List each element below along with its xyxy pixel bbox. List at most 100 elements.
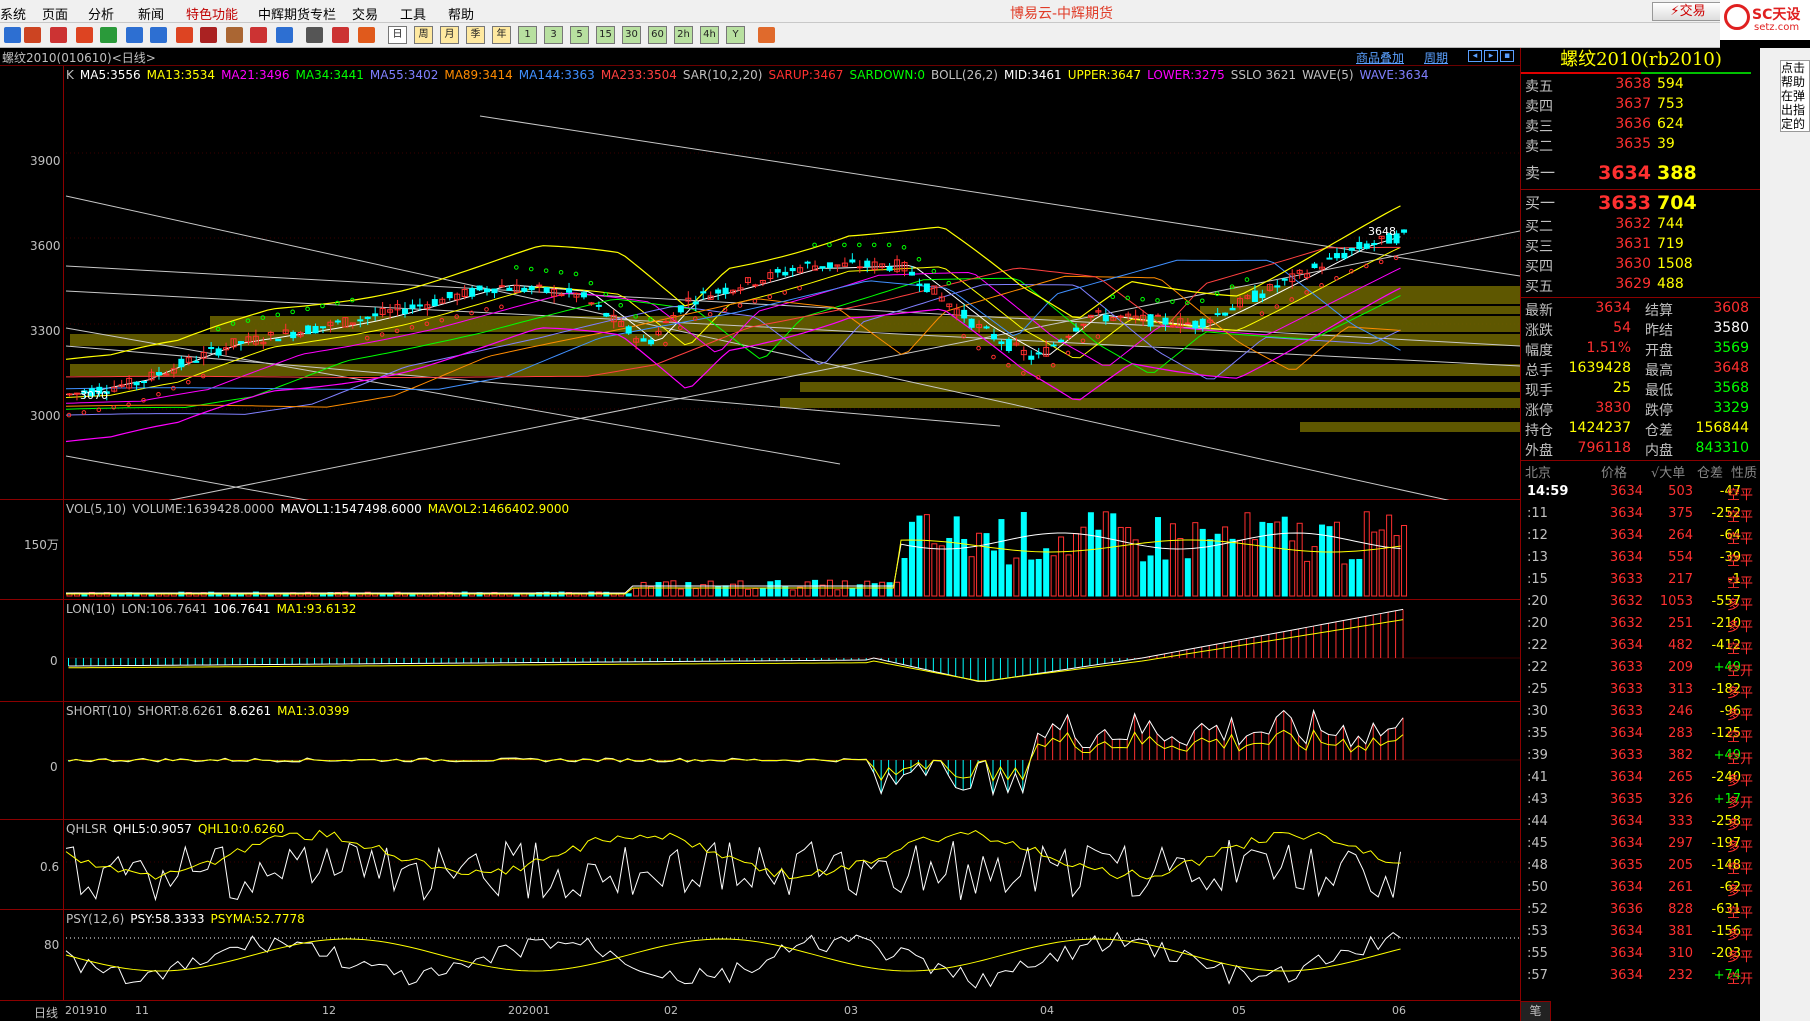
bid-row[interactable]: 买五 3629 488 [1521, 276, 1761, 296]
nav-expand-icon[interactable]: ▪ [1500, 50, 1514, 62]
ask-row[interactable]: 卖四 3637 753 [1521, 96, 1761, 116]
zoom-out-icon[interactable] [150, 27, 167, 43]
volume-panel[interactable]: 150万 VOL(5,10) VOLUME:1639428.0000 MAVOL1:… [0, 500, 1520, 600]
overlay-link[interactable]: 商品叠加 [1356, 49, 1404, 66]
home-icon[interactable] [24, 27, 41, 43]
tick-volume: 381 [1668, 924, 1693, 939]
period-3min-button[interactable]: 3 [544, 26, 563, 44]
psy-panel[interactable]: 80 PSY(12,6) PSY:58.3333 PSYMA:52.7778 [0, 910, 1520, 1000]
tick-header-volume[interactable]: √大单 [1651, 462, 1685, 481]
stat-value: 3608 [1713, 300, 1749, 316]
trade-button-label: 交易 [1679, 4, 1706, 19]
stat-label: 涨停 [1525, 403, 1553, 419]
folder-icon[interactable] [76, 27, 93, 43]
tick-time: :50 [1527, 880, 1548, 895]
candle-body [983, 326, 990, 329]
logo-mark-icon [1724, 4, 1750, 30]
stat-row: 外盘 796118 内盘 843310 [1521, 440, 1761, 460]
menu-analysis[interactable]: 分析 [88, 4, 114, 23]
stat-label: 持仓 [1525, 423, 1553, 439]
period-week-button[interactable]: 周 [414, 26, 433, 44]
filter-icon[interactable] [250, 27, 267, 43]
chart-line-icon[interactable] [332, 27, 349, 43]
short-panel[interactable]: 0 SHORT(10) SHORT:8.6261 8.6261 MA1:3.0399 [0, 702, 1520, 820]
menu-news[interactable]: 新闻 [138, 4, 164, 23]
period-1min-button[interactable]: 1 [518, 26, 537, 44]
legend-item: SSLO 3621 [1230, 68, 1297, 82]
tick-nature: 空开 [1727, 752, 1754, 767]
bid-row[interactable]: 买一 3633 704 [1521, 192, 1761, 218]
bid-row[interactable]: 买三 3631 719 [1521, 236, 1761, 256]
menu-page[interactable]: 页面 [42, 4, 68, 23]
qhl-panel[interactable]: 0.6 QHLSR QHL5:0.9057 QHL10:0.6260 [0, 820, 1520, 910]
candle-body [566, 288, 573, 293]
tick-tab[interactable]: 笔 [1521, 1001, 1551, 1021]
candle-body [416, 304, 423, 307]
period-label: 日线 [34, 1006, 59, 1020]
tick-time: :43 [1527, 792, 1548, 807]
draw-icon[interactable] [200, 27, 217, 43]
stat-value: 156844 [1695, 420, 1749, 436]
menu-trade[interactable]: 交易 [352, 4, 378, 23]
period-quarter-button[interactable]: 季 [466, 26, 485, 44]
tick-row: :57 3634 232 +74 空开 [1521, 968, 1761, 990]
news-icon[interactable] [50, 27, 67, 43]
period-2h-button[interactable]: 2h [674, 26, 693, 44]
price-panel[interactable]: 3900 3600 3300 3000 K MA5:3556 MA13:3534 MA… [0, 66, 1520, 500]
table-icon[interactable] [306, 27, 323, 43]
volume-bar [1177, 538, 1184, 597]
zoom-in-icon[interactable] [126, 27, 143, 43]
stat-value: 25 [1613, 380, 1631, 396]
tick-header: 北京 价格 √大单 仓差 性质 [1521, 462, 1761, 482]
period-link[interactable]: 周期 [1424, 49, 1448, 66]
price-chart [65, 115, 1520, 500]
candle-body [1281, 278, 1288, 281]
bid-price: 3633 [1598, 192, 1651, 214]
volume-bar [1304, 560, 1311, 597]
volume-bar [1333, 521, 1340, 597]
sar-dot [886, 242, 892, 248]
candle-body [1050, 344, 1057, 347]
period-day-button[interactable]: 日 [388, 26, 407, 44]
period-year-button[interactable]: 年 [492, 26, 511, 44]
ask-row[interactable]: 卖五 3638 594 [1521, 76, 1761, 96]
trade-button[interactable]: ⚡交易 [1652, 2, 1724, 21]
x-label: 06 [1392, 1004, 1406, 1017]
volume-bar [894, 581, 901, 597]
chart-area[interactable]: 3900 3600 3300 3000 K MA5:3556 MA13:3534 MA… [0, 66, 1520, 1004]
calculator-icon[interactable] [758, 27, 775, 43]
menu-system[interactable]: 系统 [0, 4, 26, 23]
period-custom-button[interactable]: Y [726, 26, 745, 44]
refresh-icon[interactable] [100, 27, 117, 43]
sar-dot [1334, 275, 1339, 281]
nav-left-icon[interactable]: ◂ [1468, 50, 1482, 62]
tick-nature: 多平 [1727, 774, 1754, 789]
bid-row[interactable]: 买二 3632 744 [1521, 216, 1761, 236]
copy-icon[interactable] [176, 27, 193, 43]
eraser-icon[interactable] [226, 27, 243, 43]
new-window-icon[interactable] [276, 27, 293, 43]
help-note[interactable]: 点击帮助在弹出指定的 [1780, 60, 1810, 132]
menu-column[interactable]: 中辉期货专栏 [258, 4, 336, 23]
ask-row[interactable]: 卖一 3634 388 [1521, 162, 1761, 188]
menu-help[interactable]: 帮助 [448, 4, 474, 23]
tick-icon[interactable] [358, 27, 375, 43]
period-5min-button[interactable]: 5 [570, 26, 589, 44]
ask-row[interactable]: 卖二 3635 39 [1521, 136, 1761, 156]
back-icon[interactable] [4, 27, 21, 43]
period-15min-button[interactable]: 15 [596, 26, 615, 44]
bid-row[interactable]: 买四 3630 1508 [1521, 256, 1761, 276]
lon-panel[interactable]: 0 LON(10) LON:106.7641 106.7641 MA1:93.6132 [0, 600, 1520, 702]
menu-tools[interactable]: 工具 [400, 4, 426, 23]
menu-special[interactable]: 特色功能 [186, 4, 238, 23]
period-30min-button[interactable]: 30 [622, 26, 641, 44]
legend-item: MA34:3441 [295, 68, 364, 82]
high-annotation: 3648 [1368, 225, 1396, 238]
period-month-button[interactable]: 月 [440, 26, 459, 44]
candle-body [625, 326, 632, 334]
period-4h-button[interactable]: 4h [700, 26, 719, 44]
tick-volume: 265 [1668, 770, 1693, 785]
nav-right-icon[interactable]: ▸ [1484, 50, 1498, 62]
ask-row[interactable]: 卖三 3636 624 [1521, 116, 1761, 136]
period-60min-button[interactable]: 60 [648, 26, 667, 44]
